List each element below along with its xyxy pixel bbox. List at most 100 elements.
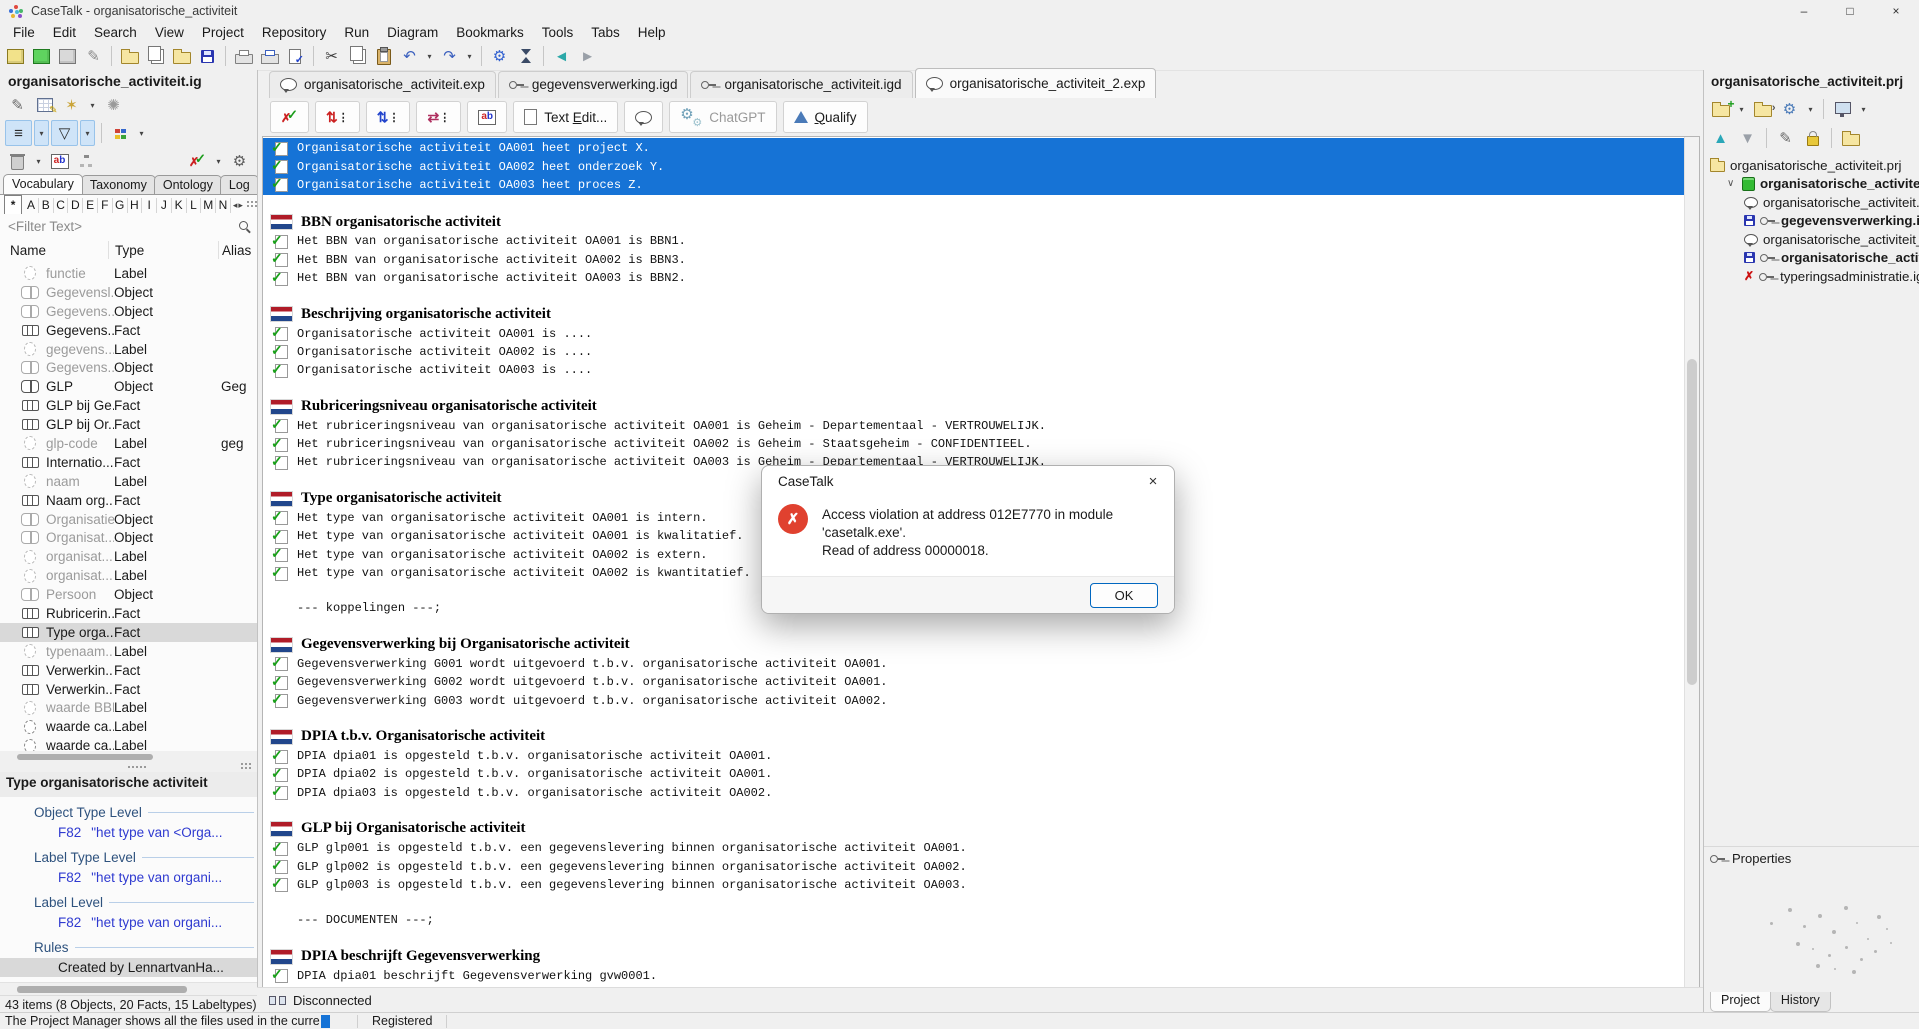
vocabulary-row[interactable]: GLP bij Or...Fact [0,415,257,434]
column-header-name[interactable]: Name [10,243,46,258]
vocabulary-row[interactable]: waarde ca...Label [0,717,257,736]
document-check-icon[interactable] [283,44,308,68]
fact-line[interactable]: Het BBN van organisatorische activiteit … [263,269,1685,287]
print-icon[interactable] [231,44,256,68]
vocabulary-row[interactable]: functieLabel [0,264,257,283]
list-style-button[interactable]: ≡ [5,120,32,146]
sign-icon[interactable]: ✎ [1773,126,1798,150]
delete-icon[interactable] [5,149,30,173]
vocabulary-row[interactable]: organisat...Label [0,547,257,566]
filter-button[interactable]: ▽ [51,120,78,146]
chatgpt-button[interactable]: ChatGPT [669,101,776,133]
copy-model-icon[interactable] [143,44,168,68]
undo-icon[interactable]: ↶ [397,44,422,68]
scrollbar-thumb[interactable] [1687,359,1697,685]
undo-caret[interactable]: ▾ [423,44,436,68]
filter-caret[interactable]: ▾ [80,120,95,146]
tools-icon[interactable]: ⚙ [487,44,512,68]
table-edit-icon[interactable] [32,93,57,117]
vertical-scrollbar[interactable] [1684,137,1699,987]
sort-mixed-button[interactable]: ⇄⋮ [416,101,461,133]
detail-hscrollbar[interactable] [0,982,257,996]
redo-caret[interactable]: ▾ [463,44,476,68]
vocabulary-row[interactable]: Gegevens...Fact [0,321,257,340]
comment-button[interactable] [624,101,663,133]
alphabet-cell-b[interactable]: B [39,198,54,213]
validate-button[interactable] [270,101,309,133]
menu-edit[interactable]: Edit [44,24,85,41]
vocabulary-row[interactable]: typenaam...Label [0,642,257,661]
gears-icon[interactable]: ⚙ [227,149,252,173]
alphabet-cell-n[interactable]: N [216,198,231,213]
fact-line[interactable]: Het rubriceringsniveau van organisatoris… [263,435,1685,453]
document-tab[interactable]: gegevensverwerking.igd [498,71,689,98]
vocabulary-row[interactable]: Gegevens...Object [0,358,257,377]
fact-line[interactable]: DPIA dpia01 beschrijft Gegevensverwerkin… [263,967,1685,985]
tab-ontology[interactable]: Ontology [154,175,222,194]
alphabet-cell-c[interactable]: C [54,198,69,213]
palette-caret[interactable]: ▾ [135,121,148,145]
wand-icon[interactable]: ✶ [59,93,84,117]
panel-splitter[interactable] [0,762,257,772]
fact-line[interactable]: Gegevensverwerking G001 wordt uitgevoerd… [263,655,1685,673]
fact-line[interactable]: Het BBN van organisatorische activiteit … [263,251,1685,269]
lamp-off-icon[interactable]: ✺ [101,93,126,117]
new-model-icon[interactable] [3,44,28,68]
delete-caret[interactable]: ▾ [32,149,45,173]
alphabet-cell-j[interactable]: J [157,198,172,213]
comment-line[interactable]: --- DOCUMENTEN ---; [263,911,1685,929]
search-icon[interactable] [238,220,251,233]
fact-line[interactable]: DPIA dpia03 is opgesteld t.b.v. organisa… [263,784,1685,802]
hscrollbar-thumb[interactable] [17,986,187,993]
add-file-caret[interactable]: ▾ [1735,97,1748,121]
alphabet-cell-f[interactable]: F [98,198,113,213]
save-icon[interactable] [195,44,220,68]
unlock-icon[interactable] [1800,126,1825,150]
tab-vocabulary[interactable]: Vocabulary [3,174,83,194]
menu-tools[interactable]: Tools [533,24,583,41]
alphabet-cell-e[interactable]: E [83,198,98,213]
vocabulary-row[interactable]: waarde ca...Label [0,736,257,751]
alphabet-cell-l[interactable]: L [187,198,202,213]
vocabulary-hscrollbar[interactable] [0,752,257,762]
ok-button[interactable]: OK [1090,583,1158,608]
minimize-button[interactable]: – [1781,0,1827,22]
fact-line[interactable]: Organisatorische activiteit OA002 heet o… [263,157,1685,175]
generate-icon[interactable]: ⚙ [1777,97,1802,121]
send-folder-icon[interactable] [1838,126,1863,150]
vocabulary-row[interactable]: gegevens...Label [0,340,257,359]
menu-help[interactable]: Help [629,24,675,41]
text-edit-button[interactable]: Text Edit... [513,101,618,133]
fact-line[interactable]: DPIA dpia01 is opgesteld t.b.v. organisa… [263,747,1685,765]
vocabulary-row[interactable]: GLP bij Ge...Fact [0,396,257,415]
hierarchy-icon[interactable] [74,149,99,173]
redo-icon[interactable]: ↷ [437,44,462,68]
menu-bookmarks[interactable]: Bookmarks [447,24,533,41]
menu-run[interactable]: Run [335,24,378,41]
fact-line[interactable]: GLP glp001 is opgesteld t.b.v. een gegev… [263,839,1685,857]
close-button[interactable]: × [1873,0,1919,22]
tree-item[interactable]: organisatorische_activiteit_2.e [1704,230,1919,249]
fact-line[interactable]: Organisatorische activiteit OA003 heet p… [263,176,1685,194]
vocabulary-row[interactable]: Gegevensl...Object [0,283,257,302]
panel-tab-history[interactable]: History [1770,992,1831,1012]
sort-blue-button[interactable]: ⇅⋮ [366,101,411,133]
vocabulary-row[interactable]: OrganisatieObject [0,510,257,529]
erase-icon[interactable]: ✎ [81,44,106,68]
vocabulary-row[interactable]: organisat...Label [0,566,257,585]
column-header-type[interactable]: Type [115,243,144,258]
vocabulary-row[interactable]: Naam org...Fact [0,491,257,510]
alphabet-cell-d[interactable]: D [68,198,83,213]
paste-icon[interactable] [371,44,396,68]
rename-ab-icon[interactable] [47,149,72,173]
hourglass-icon[interactable] [513,44,538,68]
open-folder-icon[interactable] [117,44,142,68]
generate-caret[interactable]: ▾ [1804,97,1817,121]
vocabulary-row[interactable]: Rubricerin...Fact [0,604,257,623]
tab-log[interactable]: Log [220,175,258,194]
fact-line[interactable]: Gegevensverwerking G003 wordt uitgevoerd… [263,691,1685,709]
menu-view[interactable]: View [146,24,193,41]
vocabulary-row[interactable]: Internatio...Fact [0,453,257,472]
new-item-icon[interactable] [29,44,54,68]
tree-item[interactable]: organisatorische_activiteit.ex [1704,193,1919,212]
